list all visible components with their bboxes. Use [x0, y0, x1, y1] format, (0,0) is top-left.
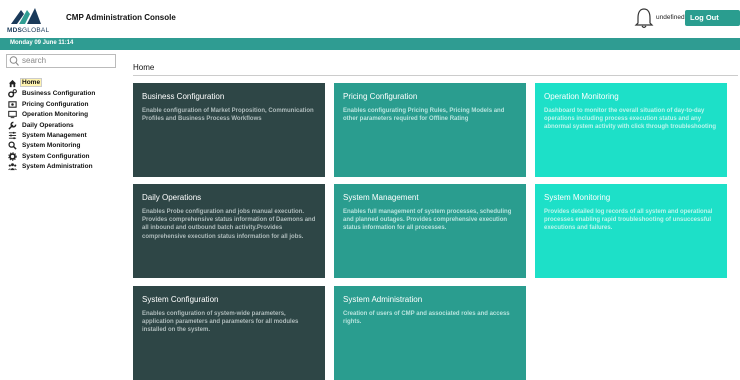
page-title: Home — [133, 63, 155, 72]
logo-text: MDSGLOBAL — [7, 27, 50, 34]
card-description: Dashboard to monitor the overall situati… — [544, 108, 717, 131]
gear-icon — [8, 152, 17, 161]
card-description: Enables configurating Pricing Rules, Pri… — [343, 108, 505, 123]
monitor-icon — [8, 111, 17, 119]
search-icon — [9, 56, 19, 66]
sidebar-item-label: Home — [19, 78, 43, 87]
user-name: undefined — [656, 14, 685, 21]
card-title: Pricing Configuration — [343, 92, 418, 101]
card-title: System Management — [343, 193, 419, 202]
card-system-administration[interactable]: System Administration Creation of users … — [334, 286, 526, 380]
date-bar: Monday 09 June 11:14 — [0, 38, 740, 50]
card-description: Enables configuration of system-wide par… — [142, 311, 299, 334]
card-pricing-configuration[interactable]: Pricing Configuration Enables configurat… — [334, 83, 526, 177]
card-title: Business Configuration — [142, 92, 225, 101]
sidebar: search Home Business Configuration Prici… — [0, 50, 123, 380]
logout-button[interactable]: Log Out — [685, 10, 740, 26]
search-placeholder: search — [22, 56, 47, 65]
card-title: Daily Operations — [142, 193, 202, 202]
card-description: Enable configuration of Market Propositi… — [142, 108, 314, 123]
sliders-icon — [8, 131, 17, 140]
users-icon — [8, 163, 17, 171]
price-tag-icon — [8, 101, 17, 108]
card-system-management[interactable]: System Management Enables full managemen… — [334, 184, 526, 278]
card-business-configuration[interactable]: Business Configuration Enable configurat… — [133, 83, 325, 177]
card-description: Enables Probe configuration and jobs man… — [142, 209, 316, 240]
app-title: CMP Administration Console — [66, 13, 176, 22]
card-title: System Configuration — [142, 295, 219, 304]
home-icon — [8, 79, 17, 88]
wrench-icon — [8, 121, 17, 130]
divider — [133, 75, 738, 76]
sidebar-item-label: Daily Operations — [22, 121, 74, 129]
sidebar-item-label: Operation Monitoring — [22, 111, 89, 119]
sidebar-item-label: System Management — [22, 131, 87, 139]
card-operation-monitoring[interactable]: Operation Monitoring Dashboard to monito… — [535, 83, 727, 177]
card-title: Operation Monitoring — [544, 92, 619, 101]
card-title: System Administration — [343, 295, 423, 304]
search-icon — [8, 141, 17, 150]
current-datetime: Monday 09 June 11:14 — [10, 40, 74, 46]
card-system-configuration[interactable]: System Configuration Enables configurati… — [133, 286, 325, 380]
cogs-icon — [8, 89, 17, 98]
card-title: System Monitoring — [544, 193, 611, 202]
card-description: Enables full management of system proces… — [343, 209, 512, 232]
notification-bell-icon[interactable] — [634, 6, 654, 30]
sidebar-item-label: System Administration — [22, 163, 93, 171]
card-description: Provides detailed log records of all sys… — [544, 209, 713, 232]
card-description: Creation of users of CMP and associated … — [343, 311, 510, 326]
logo-mark-icon — [11, 8, 41, 24]
sidebar-item-label: Pricing Configuration — [22, 100, 89, 108]
card-daily-operations[interactable]: Daily Operations Enables Probe configura… — [133, 184, 325, 278]
sidebar-item-label: System Configuration — [22, 152, 90, 160]
sidebar-item-label: System Monitoring — [22, 142, 81, 150]
sidebar-item-label: Business Configuration — [22, 90, 96, 98]
top-bar: MDSGLOBAL CMP Administration Console und… — [0, 0, 740, 38]
main-content: Home Business Configuration Enable confi… — [123, 50, 740, 380]
mds-global-logo[interactable]: MDSGLOBAL — [7, 4, 50, 34]
search-input[interactable]: search — [6, 54, 116, 68]
card-system-monitoring[interactable]: System Monitoring Provides detailed log … — [535, 184, 727, 278]
